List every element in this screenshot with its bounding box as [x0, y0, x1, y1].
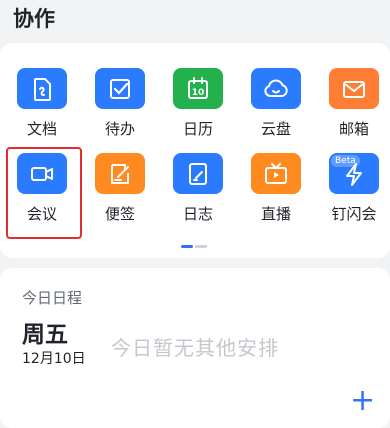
mail-icon — [329, 68, 379, 109]
app-label: 直播 — [260, 205, 291, 223]
app-label: 便签 — [104, 205, 135, 223]
app-cloud-drive[interactable]: 云盘 — [237, 43, 315, 139]
app-label: 日志 — [182, 205, 213, 223]
beta-badge: Beta — [331, 155, 360, 167]
empty-schedule-message: 今日暂无其他安排 — [111, 336, 279, 360]
section-title: 协作 — [13, 7, 55, 31]
app-flash-meeting[interactable]: Beta 钉闪会 — [315, 128, 390, 224]
meeting-highlight-box — [6, 147, 82, 239]
app-todo[interactable]: 待办 — [81, 43, 159, 139]
calendar-day: 10 — [192, 88, 205, 98]
journal-icon — [173, 153, 223, 194]
flash-meeting-icon: Beta — [329, 153, 379, 194]
app-mail[interactable]: 邮箱 — [315, 43, 390, 139]
add-schedule-button[interactable]: + — [350, 386, 375, 416]
calendar-icon: 10 — [173, 68, 223, 109]
schedule-label: 今日日程 — [22, 289, 83, 307]
app-journal[interactable]: 日志 — [159, 128, 237, 224]
today-schedule-card[interactable]: 今日日程 周五 12月10日 今日暂无其他安排 + — [0, 268, 390, 428]
todo-icon — [95, 68, 145, 109]
page-indicator — [0, 245, 390, 249]
app-calendar[interactable]: 10 日历 — [159, 43, 237, 139]
page-dot-active — [181, 245, 193, 248]
page-dot — [195, 245, 207, 248]
docs-icon — [17, 68, 67, 109]
app-notes[interactable]: 便签 — [81, 128, 159, 224]
app-label: 钉闪会 — [331, 205, 377, 223]
cloud-drive-icon — [251, 68, 301, 109]
app-live[interactable]: 直播 — [237, 128, 315, 224]
app-docs[interactable]: 文档 — [3, 43, 81, 139]
notes-icon — [95, 153, 145, 194]
live-tv-icon — [251, 153, 301, 194]
